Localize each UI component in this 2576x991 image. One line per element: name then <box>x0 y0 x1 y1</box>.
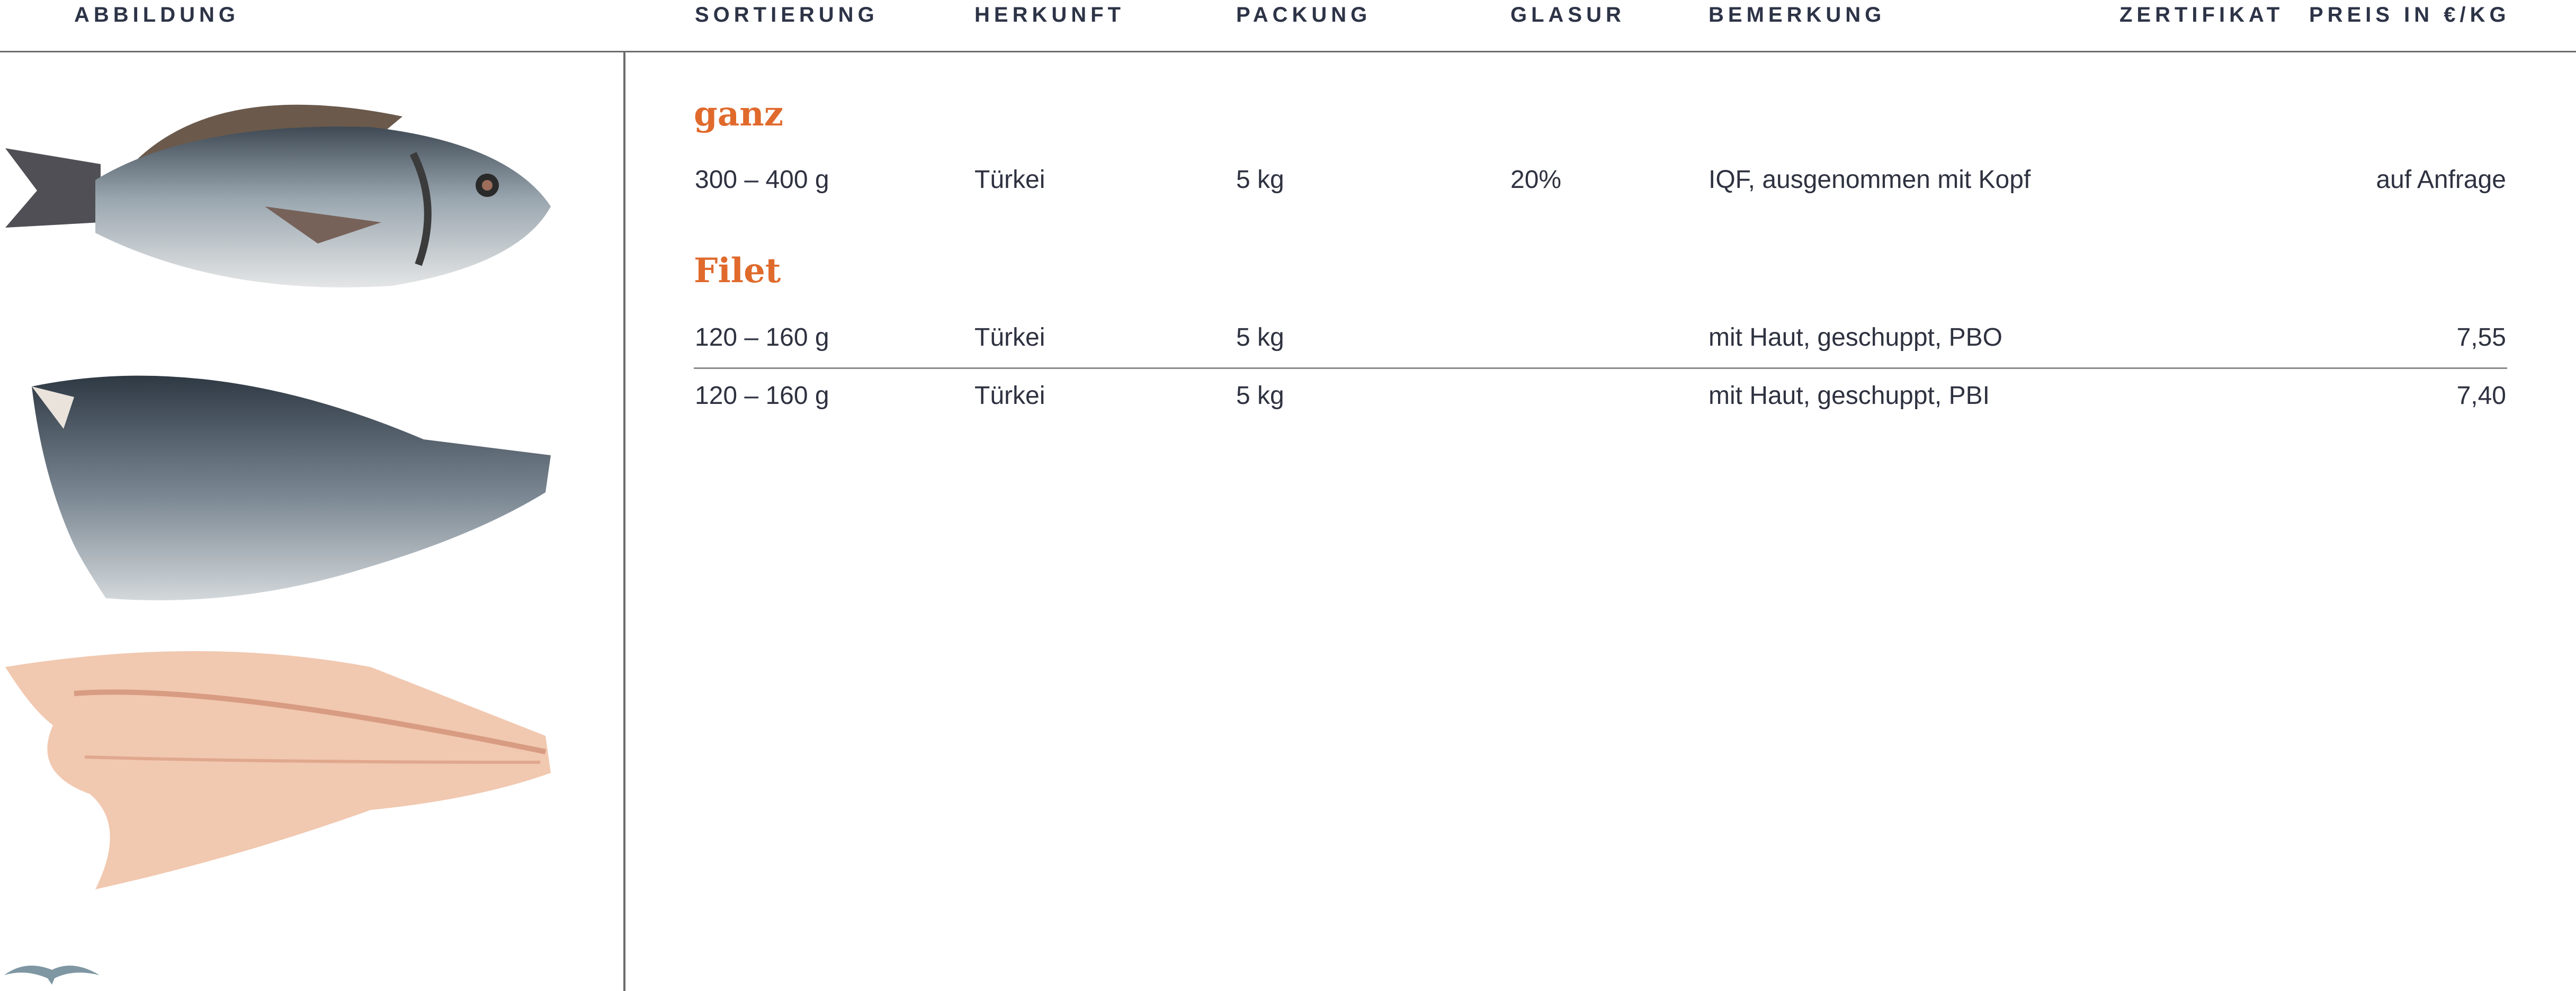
header-abbildung: ABBILDUNG <box>74 3 239 26</box>
header-herkunft: HERKUNFT <box>974 3 1125 26</box>
fillet-skin-side-image <box>32 375 551 600</box>
cell-packung: 5 kg <box>1236 166 1284 194</box>
row-divider <box>694 367 2507 369</box>
header-sortierung: SORTIERUNG <box>695 3 879 26</box>
cell-bemerkung: mit Haut, geschuppt, PBO <box>1709 323 2002 352</box>
header-glasur: GLASUR <box>1510 3 1625 26</box>
cell-sortierung: 120 – 160 g <box>695 382 829 410</box>
cell-sortierung: 120 – 160 g <box>695 323 829 352</box>
column-divider <box>623 52 625 991</box>
header-bemerkung: BEMERKUNG <box>1709 3 1886 26</box>
brand-logo-icon <box>4 966 100 985</box>
cell-preis: 7,55 <box>2456 323 2506 352</box>
cell-bemerkung: IQF, ausgenommen mit Kopf <box>1709 166 2031 194</box>
header-divider <box>0 51 2576 52</box>
fillet-flesh-side-image <box>5 651 551 889</box>
header-zertifikat: ZERTIFIKAT <box>2119 3 2284 26</box>
cell-glasur: 20% <box>1510 166 1562 194</box>
cell-bemerkung: mit Haut, geschuppt, PBI <box>1709 382 1990 410</box>
header-packung: PACKUNG <box>1236 3 1372 26</box>
whole-dorade-image <box>5 104 551 287</box>
cell-packung: 5 kg <box>1236 382 1284 410</box>
cell-sortierung: 300 – 400 g <box>695 166 829 194</box>
cell-preis: auf Anfrage <box>2376 166 2506 194</box>
cell-packung: 5 kg <box>1236 323 1284 352</box>
cell-preis: 7,40 <box>2456 382 2506 410</box>
cell-herkunft: Türkei <box>974 382 1045 410</box>
header-preis: PREIS IN €/KG <box>2309 3 2510 26</box>
cell-herkunft: Türkei <box>974 323 1045 352</box>
section-title-ganz: ganz <box>694 94 784 134</box>
cell-herkunft: Türkei <box>974 166 1045 194</box>
section-title-filet: Filet <box>694 251 781 291</box>
